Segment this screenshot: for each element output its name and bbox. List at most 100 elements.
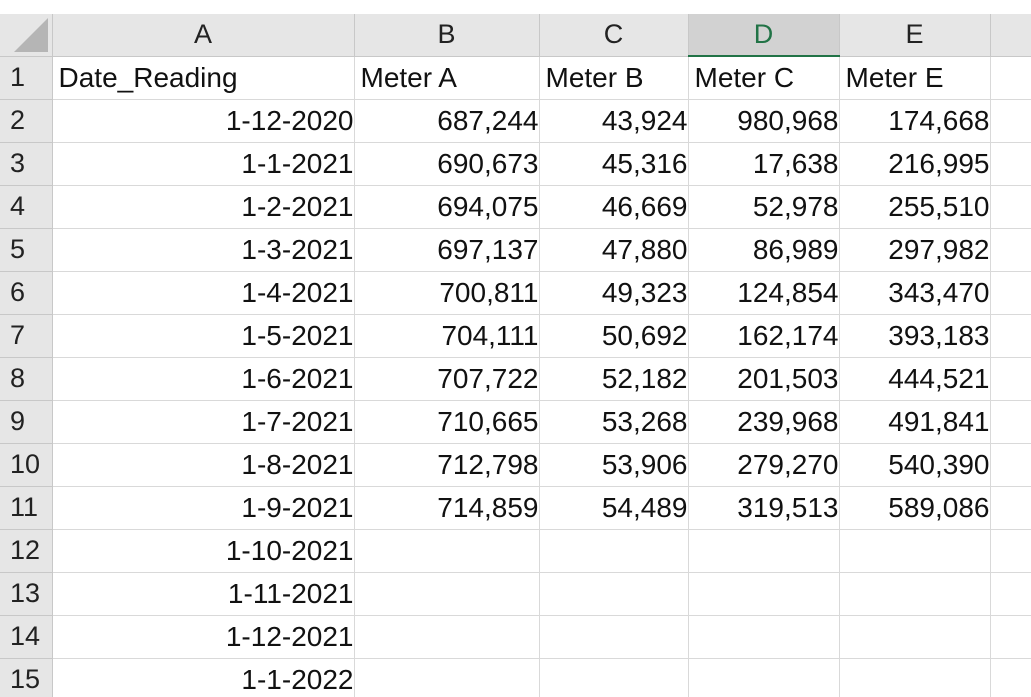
column-header-c[interactable]: C — [539, 14, 689, 57]
row-header[interactable]: 5 — [0, 228, 53, 272]
cell-f10[interactable] — [990, 443, 1031, 487]
cell-c8[interactable]: 52,182 — [539, 357, 689, 401]
cell-b6[interactable]: 700,811 — [354, 271, 540, 315]
row-header[interactable]: 14 — [0, 615, 53, 659]
cell-f4[interactable] — [990, 185, 1031, 229]
row-header[interactable]: 12 — [0, 529, 53, 573]
cell-c3[interactable]: 45,316 — [539, 142, 689, 186]
cell-e9[interactable]: 491,841 — [839, 400, 991, 444]
cell-a14[interactable]: 1-12-2021 — [52, 615, 355, 659]
cell-a9[interactable]: 1-7-2021 — [52, 400, 355, 444]
cell-c14[interactable] — [539, 615, 689, 659]
cell-b3[interactable]: 690,673 — [354, 142, 540, 186]
cell-e8[interactable]: 444,521 — [839, 357, 991, 401]
cell-d8[interactable]: 201,503 — [688, 357, 840, 401]
row-header[interactable]: 10 — [0, 443, 53, 487]
cell-d15[interactable] — [688, 658, 840, 697]
cell-e1[interactable]: Meter E — [839, 56, 991, 100]
cell-c1[interactable]: Meter B — [539, 56, 689, 100]
cell-a12[interactable]: 1-10-2021 — [52, 529, 355, 573]
column-header-e[interactable]: E — [839, 14, 991, 57]
cell-b11[interactable]: 714,859 — [354, 486, 540, 530]
cell-c9[interactable]: 53,268 — [539, 400, 689, 444]
cell-c12[interactable] — [539, 529, 689, 573]
cell-c6[interactable]: 49,323 — [539, 271, 689, 315]
cell-f1[interactable] — [990, 56, 1031, 100]
cell-d4[interactable]: 52,978 — [688, 185, 840, 229]
cell-f8[interactable] — [990, 357, 1031, 401]
cell-e2[interactable]: 174,668 — [839, 99, 991, 143]
cell-a2[interactable]: 1-12-2020 — [52, 99, 355, 143]
cell-e3[interactable]: 216,995 — [839, 142, 991, 186]
cell-b4[interactable]: 694,075 — [354, 185, 540, 229]
cell-e15[interactable] — [839, 658, 991, 697]
cell-c2[interactable]: 43,924 — [539, 99, 689, 143]
row-header[interactable]: 3 — [0, 142, 53, 186]
cell-b13[interactable] — [354, 572, 540, 616]
cell-f11[interactable] — [990, 486, 1031, 530]
cell-a15[interactable]: 1-1-2022 — [52, 658, 355, 697]
cell-d5[interactable]: 86,989 — [688, 228, 840, 272]
cell-c5[interactable]: 47,880 — [539, 228, 689, 272]
row-header[interactable]: 13 — [0, 572, 53, 616]
cell-b2[interactable]: 687,244 — [354, 99, 540, 143]
cell-e10[interactable]: 540,390 — [839, 443, 991, 487]
row-header[interactable]: 11 — [0, 486, 53, 530]
cell-e13[interactable] — [839, 572, 991, 616]
cell-b5[interactable]: 697,137 — [354, 228, 540, 272]
row-header[interactable]: 8 — [0, 357, 53, 401]
cell-a10[interactable]: 1-8-2021 — [52, 443, 355, 487]
cell-b1[interactable]: Meter A — [354, 56, 540, 100]
cell-e5[interactable]: 297,982 — [839, 228, 991, 272]
cell-b9[interactable]: 710,665 — [354, 400, 540, 444]
row-header[interactable]: 4 — [0, 185, 53, 229]
row-header[interactable]: 7 — [0, 314, 53, 358]
cell-d9[interactable]: 239,968 — [688, 400, 840, 444]
cell-a13[interactable]: 1-11-2021 — [52, 572, 355, 616]
cell-b8[interactable]: 707,722 — [354, 357, 540, 401]
cell-e7[interactable]: 393,183 — [839, 314, 991, 358]
cell-e11[interactable]: 589,086 — [839, 486, 991, 530]
cell-b12[interactable] — [354, 529, 540, 573]
cell-e4[interactable]: 255,510 — [839, 185, 991, 229]
cell-f15[interactable] — [990, 658, 1031, 697]
column-header-d[interactable]: D — [688, 14, 840, 57]
cell-d1[interactable]: Meter C — [688, 56, 840, 100]
cell-a8[interactable]: 1-6-2021 — [52, 357, 355, 401]
cell-d10[interactable]: 279,270 — [688, 443, 840, 487]
cell-f5[interactable] — [990, 228, 1031, 272]
cell-d7[interactable]: 162,174 — [688, 314, 840, 358]
cell-c11[interactable]: 54,489 — [539, 486, 689, 530]
select-all-button[interactable] — [0, 14, 53, 57]
cell-f14[interactable] — [990, 615, 1031, 659]
cell-a4[interactable]: 1-2-2021 — [52, 185, 355, 229]
column-header-a[interactable]: A — [52, 14, 355, 57]
cell-f12[interactable] — [990, 529, 1031, 573]
cell-c13[interactable] — [539, 572, 689, 616]
cell-a5[interactable]: 1-3-2021 — [52, 228, 355, 272]
cell-c4[interactable]: 46,669 — [539, 185, 689, 229]
cell-d11[interactable]: 319,513 — [688, 486, 840, 530]
cell-e14[interactable] — [839, 615, 991, 659]
cell-c15[interactable] — [539, 658, 689, 697]
cell-b10[interactable]: 712,798 — [354, 443, 540, 487]
cell-e6[interactable]: 343,470 — [839, 271, 991, 315]
column-header-b[interactable]: B — [354, 14, 540, 57]
cell-d12[interactable] — [688, 529, 840, 573]
cell-c10[interactable]: 53,906 — [539, 443, 689, 487]
cell-d2[interactable]: 980,968 — [688, 99, 840, 143]
cell-a7[interactable]: 1-5-2021 — [52, 314, 355, 358]
cell-b14[interactable] — [354, 615, 540, 659]
cell-a11[interactable]: 1-9-2021 — [52, 486, 355, 530]
row-header[interactable]: 1 — [0, 56, 53, 100]
cell-a1[interactable]: Date_Reading — [52, 56, 355, 100]
row-header[interactable]: 9 — [0, 400, 53, 444]
row-header[interactable]: 15 — [0, 658, 53, 697]
cell-d6[interactable]: 124,854 — [688, 271, 840, 315]
column-header-f[interactable] — [990, 14, 1031, 57]
cell-f2[interactable] — [990, 99, 1031, 143]
cell-f3[interactable] — [990, 142, 1031, 186]
cell-d13[interactable] — [688, 572, 840, 616]
row-header[interactable]: 6 — [0, 271, 53, 315]
cell-d3[interactable]: 17,638 — [688, 142, 840, 186]
